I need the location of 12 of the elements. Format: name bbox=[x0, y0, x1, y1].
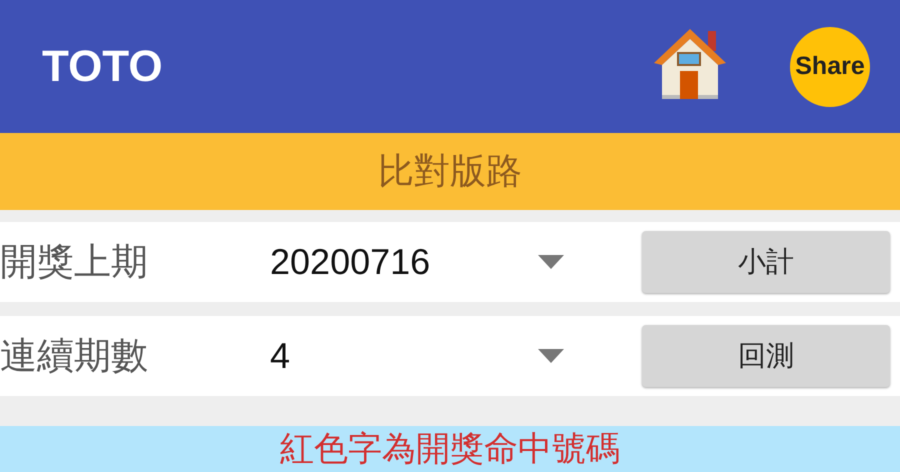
field-label: 連續期數 bbox=[0, 333, 149, 379]
dropdown-field[interactable]: 20200716 bbox=[270, 241, 602, 283]
dropdown-field[interactable]: 4 bbox=[270, 335, 602, 377]
field-label: 開獎上期 bbox=[0, 239, 149, 285]
section-header: 比對版路 bbox=[0, 133, 900, 210]
dropdown-arrow-icon bbox=[538, 255, 564, 269]
notice-text: 紅色字為開獎命中號碼 bbox=[280, 432, 620, 471]
action-button[interactable]: 回測 bbox=[642, 325, 890, 387]
action-button[interactable]: 小計 bbox=[642, 231, 890, 293]
share-button[interactable]: Share bbox=[790, 26, 870, 106]
dropdown-arrow-icon bbox=[538, 349, 564, 363]
app-title: TOTO bbox=[42, 42, 163, 92]
